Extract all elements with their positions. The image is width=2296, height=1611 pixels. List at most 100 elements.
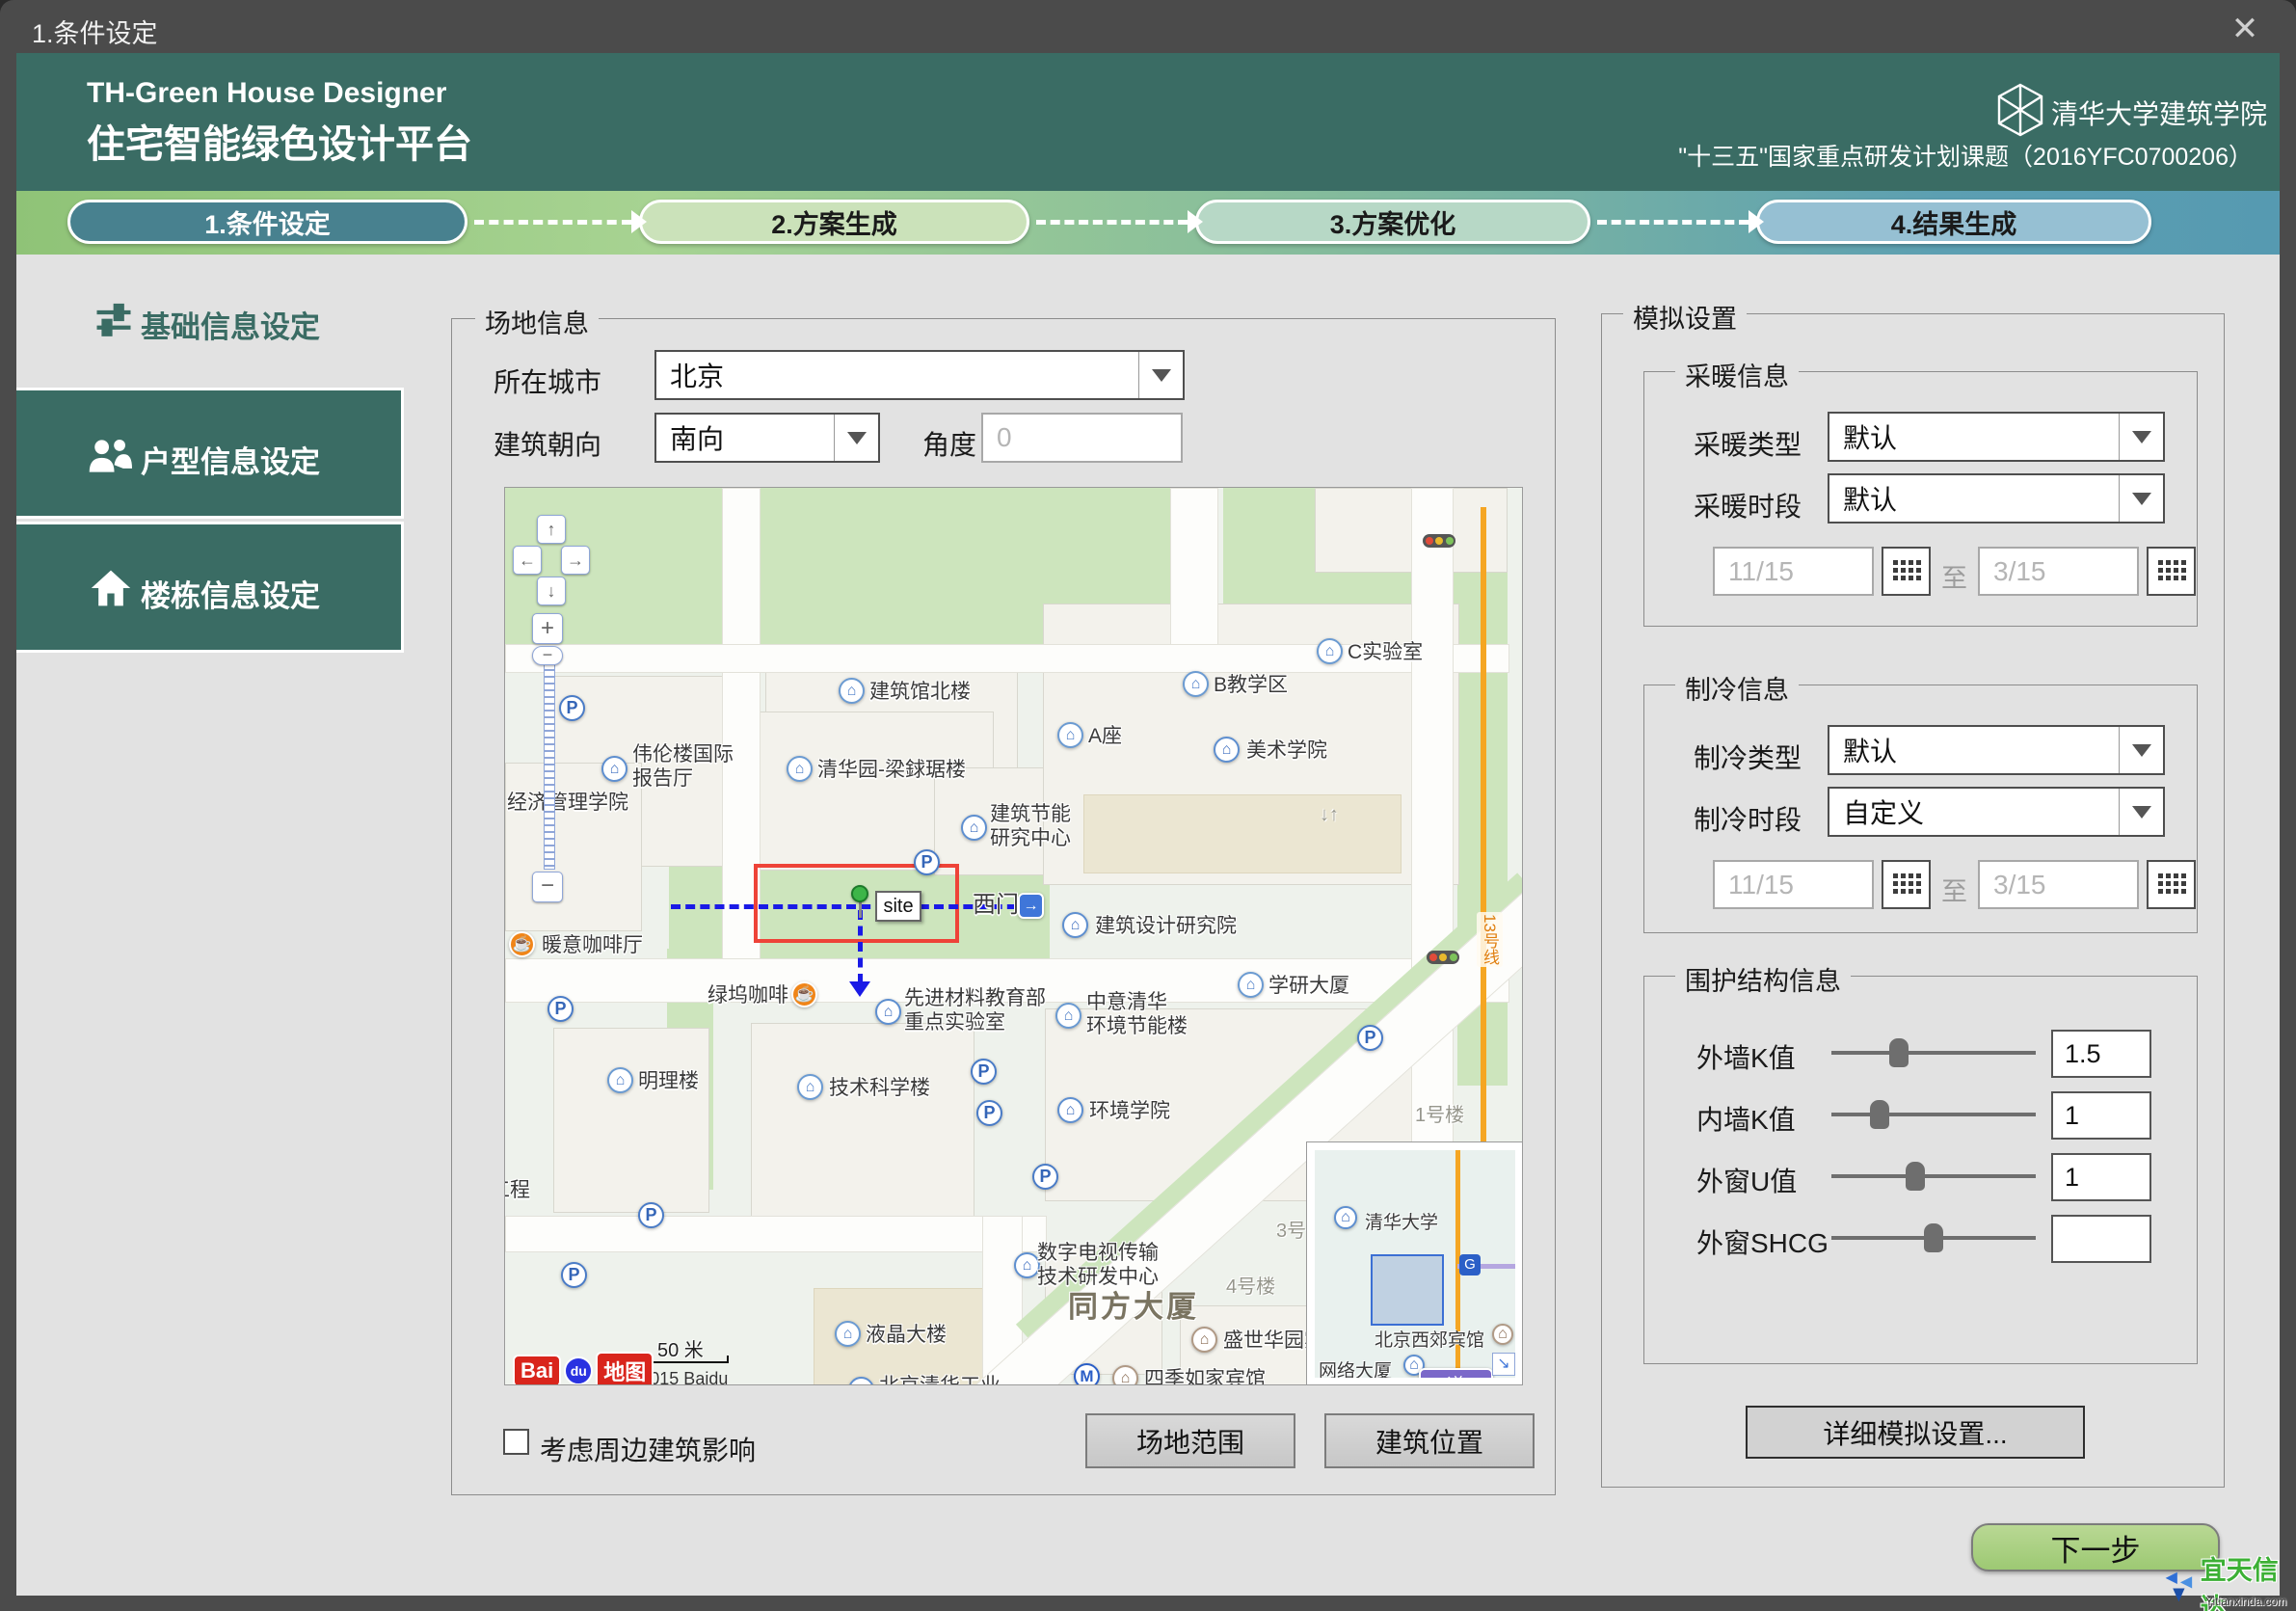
orientation-select[interactable]: 南向 — [654, 413, 880, 463]
consider-surroundings-checkbox[interactable] — [503, 1429, 529, 1455]
step-pill-4[interactable]: 4.结果生成 — [1756, 200, 2151, 244]
envelope-value-input[interactable]: 1 — [2051, 1153, 2151, 1201]
building-poi-icon[interactable]: ⌂ — [1055, 1003, 1081, 1029]
city-select[interactable]: 北京 — [654, 350, 1185, 400]
heating-type-select[interactable]: 默认 — [1828, 412, 2165, 462]
parking-poi-icon[interactable]: P — [638, 1202, 664, 1228]
building-poi-icon[interactable]: ⌂ — [839, 678, 865, 704]
map-zoom-in-button[interactable]: + — [532, 613, 563, 644]
angle-input[interactable]: 0 — [981, 413, 1183, 463]
step-pill-3[interactable]: 3.方案优化 — [1195, 200, 1590, 244]
sidebar-item-unit-info[interactable]: 户型信息设定 — [16, 388, 404, 519]
parking-poi-icon[interactable]: P — [1357, 1025, 1383, 1051]
building-poi-icon[interactable]: ⌂ — [787, 756, 813, 782]
calendar-icon[interactable] — [2147, 860, 2196, 909]
envelope-value-input[interactable]: 1 — [2051, 1091, 2151, 1140]
step-pill-1[interactable]: 1.条件设定 — [67, 200, 467, 244]
cooling-type-select[interactable]: 默认 — [1828, 725, 2165, 775]
chevron-down-icon[interactable] — [2119, 789, 2163, 835]
map-bld-area — [751, 1023, 974, 1218]
baidu-map[interactable]: site⌂建筑馆北楼⌂清华园-梁銶琚楼⌂伟伦楼国际 报告厅⌂建筑节能 研究中心☕… — [504, 487, 1523, 1385]
university-logo-icon — [1995, 83, 2045, 137]
sidebar-item-basic-info[interactable]: 基础信息设定 — [16, 282, 404, 364]
chevron-down-icon[interactable] — [2119, 727, 2163, 773]
calendar-icon[interactable] — [1882, 860, 1931, 909]
parking-poi-icon[interactable]: P — [971, 1059, 997, 1085]
simulation-settings-title: 模拟设置 — [1623, 298, 1747, 336]
envelope-slider-track[interactable] — [1831, 1051, 2036, 1055]
chevron-down-icon[interactable] — [1138, 352, 1183, 398]
building-poi-icon[interactable]: ⌂ — [835, 1321, 861, 1347]
close-icon[interactable]: ✕ — [2222, 8, 2268, 50]
map-poi-label: 先进材料教育部 重点实验室 — [904, 986, 1046, 1034]
map-zoom-handle[interactable]: − — [532, 646, 563, 665]
parking-poi-icon[interactable]: P — [914, 849, 940, 875]
school-poi-icon[interactable]: ⌂ — [1014, 1252, 1040, 1278]
building-poi-icon[interactable]: ⌂ — [1317, 638, 1343, 664]
site-marker-pin[interactable] — [851, 885, 868, 902]
envelope-slider-thumb[interactable] — [1870, 1100, 1889, 1129]
building-position-button[interactable]: 建筑位置 — [1324, 1413, 1535, 1468]
cooling-end-date-input[interactable]: 3/15 — [1978, 860, 2139, 909]
cooling-start-date-input[interactable]: 11/15 — [1713, 860, 1874, 909]
overview-inset-map[interactable]: ⌂清华大学G北京西郊宾馆⌂网络大厦⌂五道口↘ — [1306, 1141, 1523, 1385]
map-pan-→-button[interactable]: → — [561, 546, 590, 575]
inset-expand-icon[interactable]: ↘ — [1492, 1353, 1515, 1376]
map-pan-↓-button[interactable]: ↓ — [537, 577, 566, 605]
school-poi-icon[interactable]: ⌂ — [961, 815, 987, 841]
school-poi-icon[interactable]: ⌂ — [1062, 912, 1088, 938]
envelope-slider-track[interactable] — [1831, 1113, 2036, 1116]
building-poi-icon[interactable]: ⌂ — [1183, 671, 1209, 697]
step-pill-2[interactable]: 2.方案生成 — [639, 200, 1029, 244]
hotel-poi-icon[interactable]: ⌂ — [1112, 1365, 1138, 1385]
map-pan-←-button[interactable]: ← — [513, 546, 542, 575]
building-poi-icon[interactable]: ⌂ — [797, 1074, 823, 1100]
cooling-info-title: 制冷信息 — [1675, 669, 1799, 707]
chevron-down-icon[interactable] — [834, 415, 878, 461]
overview-inset-canvas[interactable]: ⌂清华大学G北京西郊宾馆⌂网络大厦⌂五道口↘ — [1315, 1150, 1515, 1378]
site-range-button[interactable]: 场地范围 — [1085, 1413, 1295, 1468]
heating-start-date-input[interactable]: 11/15 — [1713, 547, 1874, 596]
envelope-value-input[interactable]: 1.5 — [2051, 1030, 2151, 1078]
envelope-slider-track[interactable] — [1831, 1174, 2036, 1178]
building-poi-icon[interactable]: ⌂ — [1057, 722, 1083, 748]
school-poi-icon[interactable]: ⌂ — [1057, 1097, 1083, 1123]
cooling-period-select[interactable]: 自定义 — [1828, 787, 2165, 837]
heating-period-select[interactable]: 默认 — [1828, 473, 2165, 524]
parking-poi-icon[interactable]: P — [559, 695, 585, 721]
step-connector — [1597, 220, 1749, 225]
gate-poi-icon[interactable]: → — [1018, 893, 1044, 919]
building-poi-icon[interactable]: ⌂ — [607, 1067, 633, 1093]
envelope-value-input[interactable] — [2051, 1215, 2151, 1263]
map-pan-↑-button[interactable]: ↑ — [537, 515, 566, 544]
subway-poi-icon[interactable]: M — [1074, 1363, 1100, 1385]
hotel-poi-icon[interactable]: ⌂ — [1191, 1327, 1217, 1353]
parking-poi-icon[interactable]: P — [976, 1100, 1002, 1126]
parking-poi-icon[interactable]: P — [561, 1262, 587, 1288]
site-info-group-title: 场地信息 — [475, 303, 599, 340]
inset-viewport-rect[interactable] — [1371, 1254, 1444, 1326]
school-poi-icon[interactable]: ⌂ — [1214, 737, 1240, 763]
envelope-slider-thumb[interactable] — [1906, 1162, 1925, 1191]
chevron-down-icon[interactable] — [2119, 414, 2163, 460]
envelope-slider-track[interactable] — [1831, 1236, 2036, 1240]
calendar-icon[interactable] — [1882, 547, 1931, 596]
site-boundary-rect[interactable] — [754, 864, 959, 943]
sidebar-item-building-info[interactable]: 楼栋信息设定 — [16, 522, 404, 653]
parking-poi-icon[interactable]: P — [1032, 1164, 1058, 1190]
map-label: 同方大厦 — [1068, 1282, 1199, 1326]
envelope-slider-thumb[interactable] — [1889, 1038, 1909, 1067]
detail-simulation-button[interactable]: 详细模拟设置... — [1746, 1406, 2085, 1459]
envelope-slider-thumb[interactable] — [1924, 1223, 1943, 1252]
building-poi-icon[interactable]: ⌂ — [1238, 972, 1264, 998]
calendar-icon[interactable] — [2147, 547, 2196, 596]
map-zoom-slider[interactable] — [544, 650, 555, 870]
parking-poi-icon[interactable]: P — [547, 996, 574, 1022]
chevron-down-icon[interactable] — [2119, 475, 2163, 522]
school-poi-icon[interactable]: ⌂ — [601, 756, 627, 782]
map-zoom-out-button[interactable]: − — [532, 872, 563, 902]
coffee-poi-icon[interactable]: ☕ — [791, 981, 817, 1007]
heating-end-date-input[interactable]: 3/15 — [1978, 547, 2139, 596]
coffee-poi-icon[interactable]: ☕ — [509, 931, 535, 957]
school-poi-icon[interactable]: ⌂ — [875, 999, 901, 1025]
